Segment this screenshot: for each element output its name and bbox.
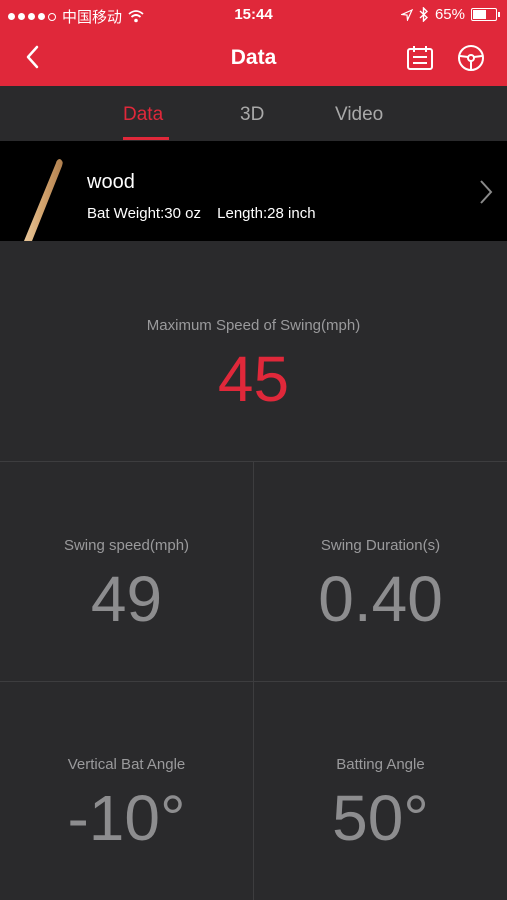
tab-bar: Data 3D Video <box>0 86 507 141</box>
swing-duration-value: 0.40 <box>318 563 443 635</box>
bat-length: Length:28 inch <box>217 205 316 222</box>
header: 中国移动 15:44 65% Data <box>0 0 507 86</box>
vertical-angle-value: -10° <box>67 782 186 854</box>
nav-bar: Data <box>0 30 507 86</box>
max-speed-label: Maximum Speed of Swing(mph) <box>146 317 361 334</box>
tab-active-indicator <box>123 137 169 140</box>
status-right: 65% <box>400 6 500 23</box>
max-speed-value: 45 <box>217 343 290 415</box>
swing-speed-value: 49 <box>90 563 163 635</box>
battery-fill <box>473 10 486 19</box>
steering-wheel-icon[interactable] <box>456 43 486 73</box>
swing-speed-label: Swing speed(mph) <box>63 537 190 554</box>
battery-icon <box>471 8 500 21</box>
divider <box>0 681 507 682</box>
batting-angle-label: Batting Angle <box>336 756 425 773</box>
swing-duration-label: Swing Duration(s) <box>320 537 441 554</box>
calendar-icon[interactable] <box>406 44 434 72</box>
tab-data[interactable]: Data <box>123 104 163 126</box>
bat-weight: Bat Weight:30 oz <box>87 205 201 222</box>
batting-angle-value: 50° <box>332 782 429 854</box>
status-bar: 中国移动 15:44 65% <box>0 0 507 30</box>
tab-video[interactable]: Video <box>335 104 383 126</box>
bluetooth-icon <box>419 7 428 22</box>
metrics-grid: Maximum Speed of Swing(mph) 45 Swing spe… <box>0 241 507 900</box>
location-icon <box>400 8 413 21</box>
bat-selector[interactable]: wood Bat Weight:30 oz Length:28 inch <box>0 141 507 241</box>
battery-percent: 65% <box>434 6 465 23</box>
chevron-right-icon <box>480 180 493 204</box>
bat-image <box>24 159 63 241</box>
bat-name: wood <box>87 171 135 193</box>
bat-specs: Bat Weight:30 oz Length:28 inch <box>87 205 328 222</box>
tab-3d[interactable]: 3D <box>240 104 264 126</box>
vertical-angle-label: Vertical Bat Angle <box>67 756 186 773</box>
